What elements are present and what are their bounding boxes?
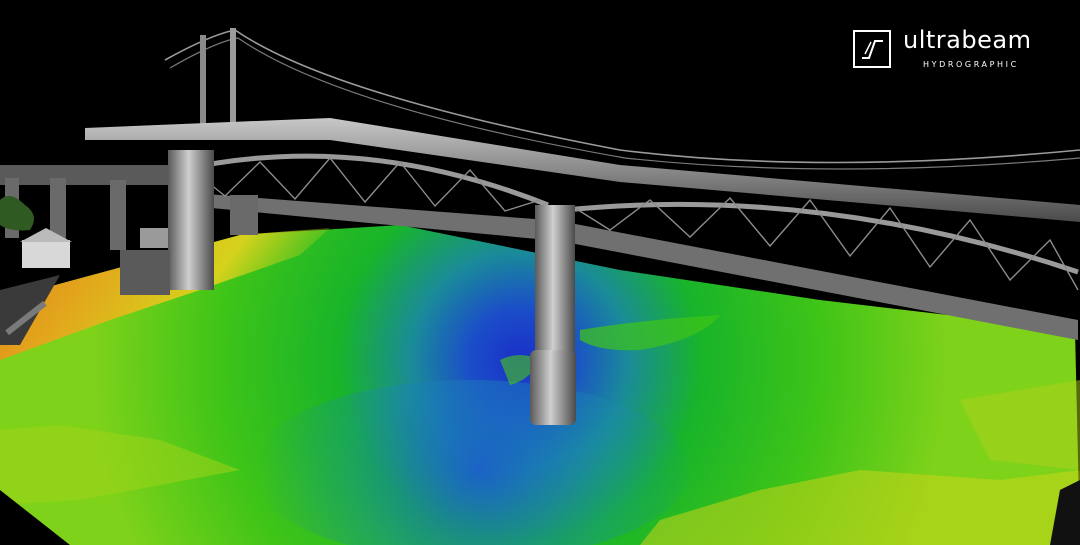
pier-foundation	[530, 350, 576, 425]
logo-name: ultrabeam	[903, 26, 1032, 54]
shore-pier	[168, 150, 214, 290]
logo-subtitle: HYDROGRAPHIC	[923, 60, 1019, 69]
ultrabeam-logo-icon	[853, 30, 891, 68]
bridge-pier	[535, 205, 575, 355]
riverbed-scene	[0, 28, 1080, 545]
ultrabeam-logo: ultrabeam HYDROGRAPHIC	[853, 26, 1063, 74]
bathymetry-point-cloud-image: ultrabeam HYDROGRAPHIC	[0, 0, 1080, 545]
